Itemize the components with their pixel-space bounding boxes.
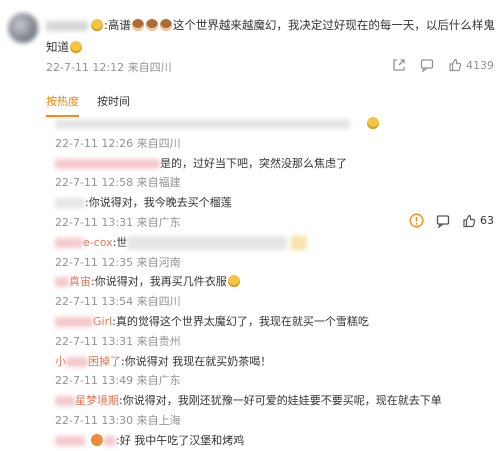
post-like-button[interactable]: 4139 bbox=[448, 58, 494, 72]
monkey-emoji-icon bbox=[145, 19, 158, 31]
comment-body: :你说得对，我刚还犹豫一好可爱的娃娃要不要买呢，现在就去下单 bbox=[119, 394, 442, 408]
redacted-image bbox=[291, 235, 308, 250]
comment-text: 星梦境期:你说得对，我刚还犹豫一好可爱的娃娃要不要买呢，现在就去下单 bbox=[55, 391, 495, 411]
comment-text: 是的，过好当下吧，突然没那么焦虑了 bbox=[55, 154, 495, 174]
comment-icon[interactable] bbox=[420, 58, 434, 72]
monkey-emoji-icon bbox=[131, 19, 144, 31]
post-actions: 4139 bbox=[392, 58, 494, 72]
post-text: :高谱 这个世界越来越魔幻，我决定过好现在的每一天，以后什么样鬼知道 bbox=[46, 14, 498, 58]
comment-text: 真宙:你说得对，我再买几件衣服 bbox=[55, 272, 495, 292]
comment-username-prefix[interactable]: 小 bbox=[55, 355, 66, 368]
username-redacted[interactable] bbox=[104, 435, 116, 446]
report-icon[interactable] bbox=[409, 213, 424, 228]
comment-meta: 22-7-11 13:49 来自广东 bbox=[55, 374, 181, 388]
comment-list: 22-7-11 12:26 来自四川 是的，过好当下吧，突然没那么焦虑了 22-… bbox=[55, 114, 495, 451]
comment-username[interactable]: 困掉了 bbox=[88, 355, 121, 368]
author-avatar[interactable] bbox=[8, 13, 38, 43]
comment-username[interactable]: Girl bbox=[93, 315, 112, 328]
comment-text: 小 困掉了:你说得对 我现在就买奶茶喝！ bbox=[55, 352, 495, 372]
comment-like-button[interactable]: 63 bbox=[462, 214, 494, 228]
comment-meta: 22-7-11 13:31 来自贵州 bbox=[55, 334, 181, 348]
comment-like-count: 63 bbox=[480, 214, 494, 227]
comment-body: :真的觉得这个世界太魔幻了，我现在就买一个雪糕吃 bbox=[112, 314, 369, 328]
username-redacted[interactable] bbox=[55, 316, 93, 327]
username-redacted[interactable] bbox=[66, 356, 88, 367]
redacted-text bbox=[55, 119, 350, 129]
username-redacted[interactable] bbox=[55, 198, 85, 209]
comment-body: :好 我中午吃了汉堡和烤鸡 bbox=[116, 433, 245, 447]
fire-emoji-icon bbox=[91, 433, 103, 446]
comment-body: 是的，过好当下吧，突然没那么焦虑了 bbox=[160, 156, 347, 170]
wink-emoji-icon bbox=[227, 275, 240, 288]
comment-text: e-cox:世 bbox=[55, 233, 495, 253]
author-name[interactable] bbox=[46, 20, 88, 31]
grin-emoji-icon bbox=[367, 117, 379, 129]
comment-body: :你说得对，我再买几件衣服 bbox=[91, 275, 227, 289]
monkey-emoji-icon bbox=[159, 19, 172, 31]
comment-text bbox=[55, 114, 495, 134]
comment-meta: 22-7-11 12:26 来自四川 bbox=[55, 136, 181, 150]
post-like-count: 4139 bbox=[466, 58, 494, 72]
comment-username[interactable]: e-cox bbox=[83, 236, 113, 249]
comment-meta: 22-7-11 13:54 来自四川 bbox=[55, 295, 181, 309]
comment-meta: 22-7-11 12:35 来自河南 bbox=[55, 255, 181, 269]
post-meta: 22-7-11 12:12 来自四川 bbox=[46, 61, 172, 74]
thumb-up-icon bbox=[449, 58, 462, 72]
comment-text: :你说得对，我今晚去买个榴莲 bbox=[55, 193, 495, 213]
username-redacted[interactable] bbox=[55, 396, 75, 407]
smile-emoji-icon bbox=[91, 19, 103, 31]
comment-meta: 22-7-11 13:30 来自上海 bbox=[55, 413, 181, 427]
post-text-prefix: :高谱 bbox=[104, 18, 131, 32]
comment-body: :你说得对，我今晚去买个榴莲 bbox=[85, 196, 232, 210]
comment-username[interactable]: 真宙 bbox=[69, 275, 91, 288]
comment-body: :世 bbox=[112, 235, 128, 249]
username-redacted[interactable] bbox=[55, 237, 83, 248]
comment-text: Girl:真的觉得这个世界太魔幻了，我现在就买一个雪糕吃 bbox=[55, 312, 495, 332]
laugh-emoji-icon bbox=[70, 41, 82, 53]
comment-body: :你说得对 我现在就买奶茶喝！ bbox=[121, 354, 272, 368]
redacted-text bbox=[127, 235, 288, 250]
reply-icon[interactable] bbox=[436, 214, 450, 228]
share-icon[interactable] bbox=[392, 58, 406, 72]
comment-meta: 22-7-11 12:58 来自福建 bbox=[55, 176, 181, 190]
username-redacted[interactable] bbox=[55, 277, 69, 288]
username-redacted[interactable] bbox=[55, 158, 160, 169]
thumb-up-icon bbox=[463, 214, 476, 227]
comment-username[interactable]: 星梦境期 bbox=[75, 394, 119, 407]
comment-side-actions: 63 bbox=[409, 213, 494, 228]
comment-text: :好 我中午吃了汉堡和烤鸡 bbox=[55, 431, 495, 451]
username-redacted[interactable] bbox=[55, 435, 85, 446]
